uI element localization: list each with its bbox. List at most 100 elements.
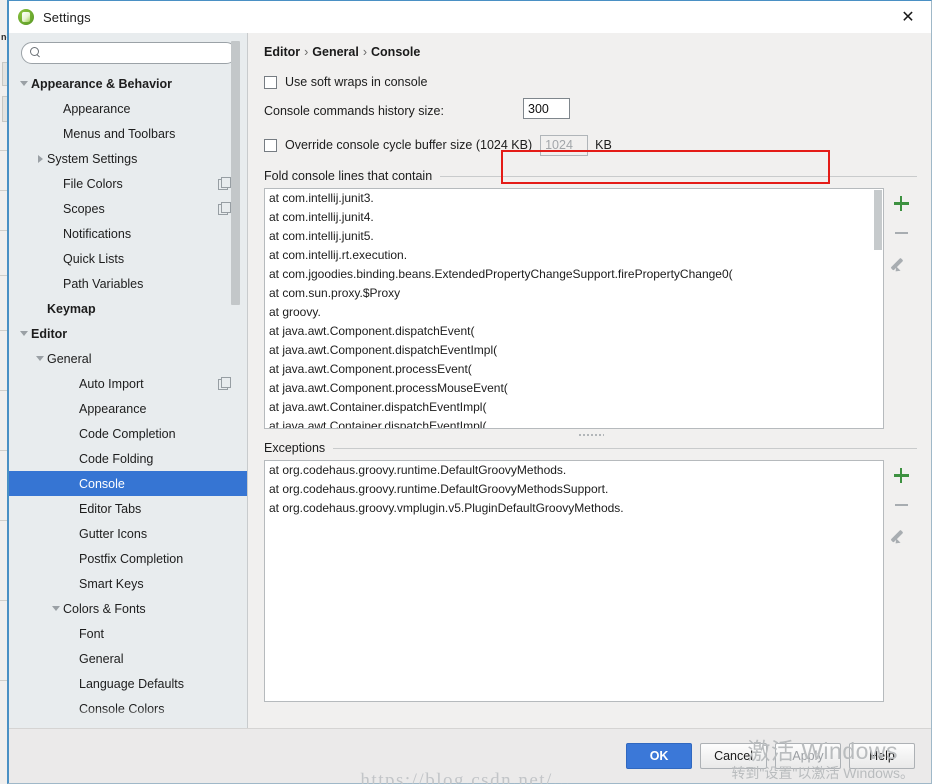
list-item[interactable]: at com.intellij.rt.execution. <box>265 246 883 265</box>
sidebar-item-gutter-icons[interactable]: Gutter Icons <box>9 521 247 546</box>
sidebar-item-language-defaults[interactable]: Language Defaults <box>9 671 247 696</box>
tree-arrow-placeholder <box>65 471 79 496</box>
sidebar-item-postfix-completion[interactable]: Postfix Completion <box>9 546 247 571</box>
override-buffer-unit: KB <box>595 138 612 152</box>
override-buffer-checkbox[interactable] <box>264 139 277 152</box>
sidebar-item-path-variables[interactable]: Path Variables <box>9 271 247 296</box>
sidebar-item-scopes[interactable]: Scopes <box>9 196 247 221</box>
sidebar-item-editor[interactable]: Editor <box>9 321 247 346</box>
sidebar-scrollbar[interactable] <box>231 41 240 305</box>
list-item[interactable]: at java.awt.Component.dispatchEvent( <box>265 322 883 341</box>
tree-arrow-placeholder <box>65 396 79 421</box>
history-size-input[interactable] <box>523 98 570 119</box>
search-input[interactable] <box>46 45 228 61</box>
list-item[interactable]: at java.awt.Container.dispatchEventImpl( <box>265 398 883 417</box>
override-buffer-row[interactable]: Override console cycle buffer size (1024… <box>264 134 917 156</box>
copy-icon[interactable] <box>218 202 231 215</box>
sidebar-item-general[interactable]: General <box>9 346 247 371</box>
add-icon[interactable] <box>891 193 911 213</box>
tree-arrow-placeholder <box>65 371 79 396</box>
sidebar-item-appearance[interactable]: Appearance <box>9 396 247 421</box>
chevron-down-icon[interactable] <box>17 71 31 96</box>
sidebar-item-code-completion[interactable]: Code Completion <box>9 421 247 446</box>
override-buffer-label: Override console cycle buffer size (1024… <box>285 138 532 152</box>
list-item[interactable]: at org.codehaus.groovy.runtime.DefaultGr… <box>265 461 883 480</box>
sidebar-item-editor-tabs[interactable]: Editor Tabs <box>9 496 247 521</box>
remove-icon[interactable] <box>891 223 911 243</box>
sidebar-item-console[interactable]: Console <box>9 471 247 496</box>
sidebar-item-label: Appearance <box>79 402 247 416</box>
edit-icon[interactable] <box>891 253 911 273</box>
help-button[interactable]: Help <box>849 743 915 769</box>
tree-arrow-placeholder <box>65 571 79 596</box>
sidebar-item-auto-import[interactable]: Auto Import <box>9 371 247 396</box>
sidebar-item-file-colors[interactable]: File Colors <box>9 171 247 196</box>
copy-icon[interactable] <box>218 377 231 390</box>
tree-arrow-placeholder <box>65 646 79 671</box>
apply-button[interactable]: Apply <box>775 743 841 769</box>
sidebar-item-menus-and-toolbars[interactable]: Menus and Toolbars <box>9 121 247 146</box>
tree-arrow-placeholder <box>49 96 63 121</box>
soft-wraps-row[interactable]: Use soft wraps in console <box>264 72 917 92</box>
android-studio-icon <box>18 9 34 25</box>
fold-list-scrollbar[interactable] <box>874 190 882 250</box>
sidebar-item-console-colors[interactable]: Console Colors <box>9 696 247 721</box>
chevron-down-icon[interactable] <box>49 596 63 621</box>
tree-arrow-placeholder <box>65 421 79 446</box>
section-divider <box>333 448 917 449</box>
tree-arrow-placeholder <box>49 121 63 146</box>
sidebar-item-system-settings[interactable]: System Settings <box>9 146 247 171</box>
list-item[interactable]: at java.awt.Component.processMouseEvent( <box>265 379 883 398</box>
sidebar-item-quick-lists[interactable]: Quick Lists <box>9 246 247 271</box>
ok-button[interactable]: OK <box>626 743 692 769</box>
sidebar-item-label: Postfix Completion <box>79 552 247 566</box>
sidebar-item-notifications[interactable]: Notifications <box>9 221 247 246</box>
sidebar-item-colors-fonts[interactable]: Colors & Fonts <box>9 596 247 621</box>
settings-tree[interactable]: Appearance & BehaviorAppearanceMenus and… <box>9 69 247 728</box>
chevron-down-icon[interactable] <box>17 321 31 346</box>
list-item[interactable]: at com.intellij.junit3. <box>265 189 883 208</box>
list-item[interactable]: at org.codehaus.groovy.vmplugin.v5.Plugi… <box>265 499 883 518</box>
sidebar-item-label: Quick Lists <box>63 252 247 266</box>
chevron-down-icon[interactable] <box>33 346 47 371</box>
tree-arrow-placeholder <box>65 671 79 696</box>
cancel-button[interactable]: Cancel <box>700 743 767 769</box>
edit-icon[interactable] <box>891 525 911 545</box>
list-item[interactable]: at com.intellij.junit4. <box>265 208 883 227</box>
exceptions-section-header: Exceptions <box>264 441 917 455</box>
exceptions-panel: at org.codehaus.groovy.runtime.DefaultGr… <box>264 460 917 702</box>
fold-list-buttons <box>884 188 917 429</box>
list-item[interactable]: at java.awt.Container.dispatchEventImpl( <box>265 417 883 429</box>
chevron-right-icon[interactable] <box>33 146 47 171</box>
splitter-grip-icon <box>578 433 604 438</box>
list-item[interactable]: at java.awt.Component.processEvent( <box>265 360 883 379</box>
sidebar-item-label: Keymap <box>47 302 247 316</box>
list-item[interactable]: at java.awt.Component.dispatchEventImpl( <box>265 341 883 360</box>
sidebar-item-general[interactable]: General <box>9 646 247 671</box>
list-item[interactable]: at com.sun.proxy.$Proxy <box>265 284 883 303</box>
soft-wraps-checkbox[interactable] <box>264 76 277 89</box>
history-size-row: Console commands history size: <box>264 99 917 123</box>
list-item[interactable]: at org.codehaus.groovy.runtime.DefaultGr… <box>265 480 883 499</box>
remove-icon[interactable] <box>891 495 911 515</box>
override-buffer-input[interactable] <box>540 135 588 156</box>
copy-icon[interactable] <box>218 177 231 190</box>
sidebar-item-font[interactable]: Font <box>9 621 247 646</box>
sidebar-item-label: Editor <box>31 327 247 341</box>
search-box[interactable] <box>21 42 237 64</box>
sidebar-item-keymap[interactable]: Keymap <box>9 296 247 321</box>
sidebar-item-console-font[interactable]: Console Font <box>9 721 247 728</box>
sidebar-item-code-folding[interactable]: Code Folding <box>9 446 247 471</box>
sidebar-item-label: General <box>47 352 247 366</box>
list-item[interactable]: at com.jgoodies.binding.beans.ExtendedPr… <box>265 265 883 284</box>
sidebar-item-appearance[interactable]: Appearance <box>9 96 247 121</box>
fold-lines-list[interactable]: at com.intellij.junit3.at com.intellij.j… <box>264 188 884 429</box>
exceptions-list[interactable]: at org.codehaus.groovy.runtime.DefaultGr… <box>264 460 884 702</box>
close-icon[interactable]: ✕ <box>885 1 931 32</box>
list-item[interactable]: at groovy. <box>265 303 883 322</box>
panel-splitter[interactable] <box>264 429 917 441</box>
add-icon[interactable] <box>891 465 911 485</box>
list-item[interactable]: at com.intellij.junit5. <box>265 227 883 246</box>
sidebar-item-smart-keys[interactable]: Smart Keys <box>9 571 247 596</box>
sidebar-item-appearance-behavior[interactable]: Appearance & Behavior <box>9 71 247 96</box>
